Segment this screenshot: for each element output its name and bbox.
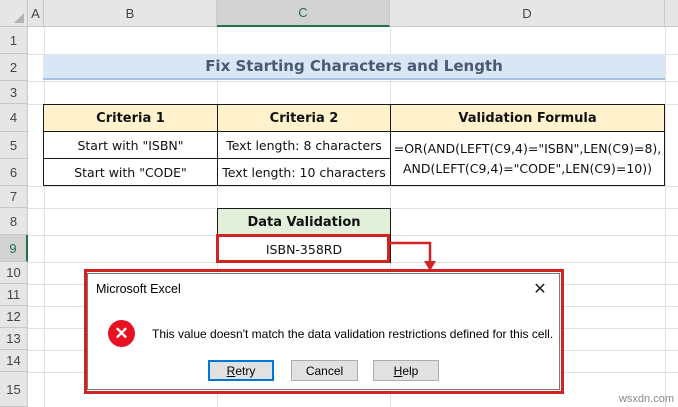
table-cell-criteria-1[interactable]: Start with "ISBN": [43, 131, 218, 159]
row-header-2[interactable]: 2: [0, 54, 28, 81]
row-header-15[interactable]: 15: [0, 372, 28, 407]
formula-line-1: =OR(AND(LEFT(C9,4)="ISBN",LEN(C9)=8),: [393, 140, 662, 156]
row-header-5[interactable]: 5: [0, 132, 28, 159]
row-header-14[interactable]: 14: [0, 350, 28, 372]
watermark: wsxdn.com: [618, 393, 674, 405]
row-header-3[interactable]: 3: [0, 81, 28, 104]
column-header-b[interactable]: B: [44, 0, 217, 27]
data-validation-header[interactable]: Data Validation: [217, 208, 391, 236]
table-cell-criteria-1[interactable]: Start with "CODE": [43, 158, 218, 186]
row-header-7[interactable]: 7: [0, 186, 28, 208]
column-header-c[interactable]: C: [217, 0, 390, 27]
table-cell-criteria-2[interactable]: Text length: 10 characters: [217, 158, 391, 186]
column-header-d[interactable]: D: [390, 0, 665, 27]
table-header-criteria-2[interactable]: Criteria 2: [217, 104, 391, 132]
select-all-corner[interactable]: [0, 0, 28, 27]
row-header-6[interactable]: 6: [0, 159, 28, 186]
row-header-9[interactable]: 9: [0, 235, 28, 262]
row-header-12[interactable]: 12: [0, 306, 28, 328]
connector-arrow-icon: [390, 241, 436, 271]
table-header-criteria-1[interactable]: Criteria 1: [43, 104, 218, 132]
sheet-title[interactable]: Fix Starting Characters and Length: [43, 54, 665, 80]
column-header-e[interactable]: [665, 0, 678, 27]
row-header-1[interactable]: 1: [0, 27, 28, 54]
table-header-validation-formula[interactable]: Validation Formula: [390, 104, 665, 132]
validation-formula-cell[interactable]: =OR(AND(LEFT(C9,4)="ISBN",LEN(C9)=8), AN…: [390, 131, 665, 186]
row-header-8[interactable]: 8: [0, 208, 28, 235]
column-header-a[interactable]: A: [28, 0, 44, 27]
gridline: [28, 186, 678, 187]
row-header-13[interactable]: 13: [0, 328, 28, 350]
gridline: [28, 81, 678, 82]
highlight-box-dialog: [84, 269, 564, 394]
row-header-4[interactable]: 4: [0, 104, 28, 132]
highlight-box-cell: [216, 234, 390, 263]
table-cell-criteria-2[interactable]: Text length: 8 characters: [217, 131, 391, 159]
row-header-10[interactable]: 10: [0, 262, 28, 284]
formula-line-2: AND(LEFT(C9,4)="CODE",LEN(C9)=10)): [402, 160, 653, 176]
row-header-11[interactable]: 11: [0, 284, 28, 306]
